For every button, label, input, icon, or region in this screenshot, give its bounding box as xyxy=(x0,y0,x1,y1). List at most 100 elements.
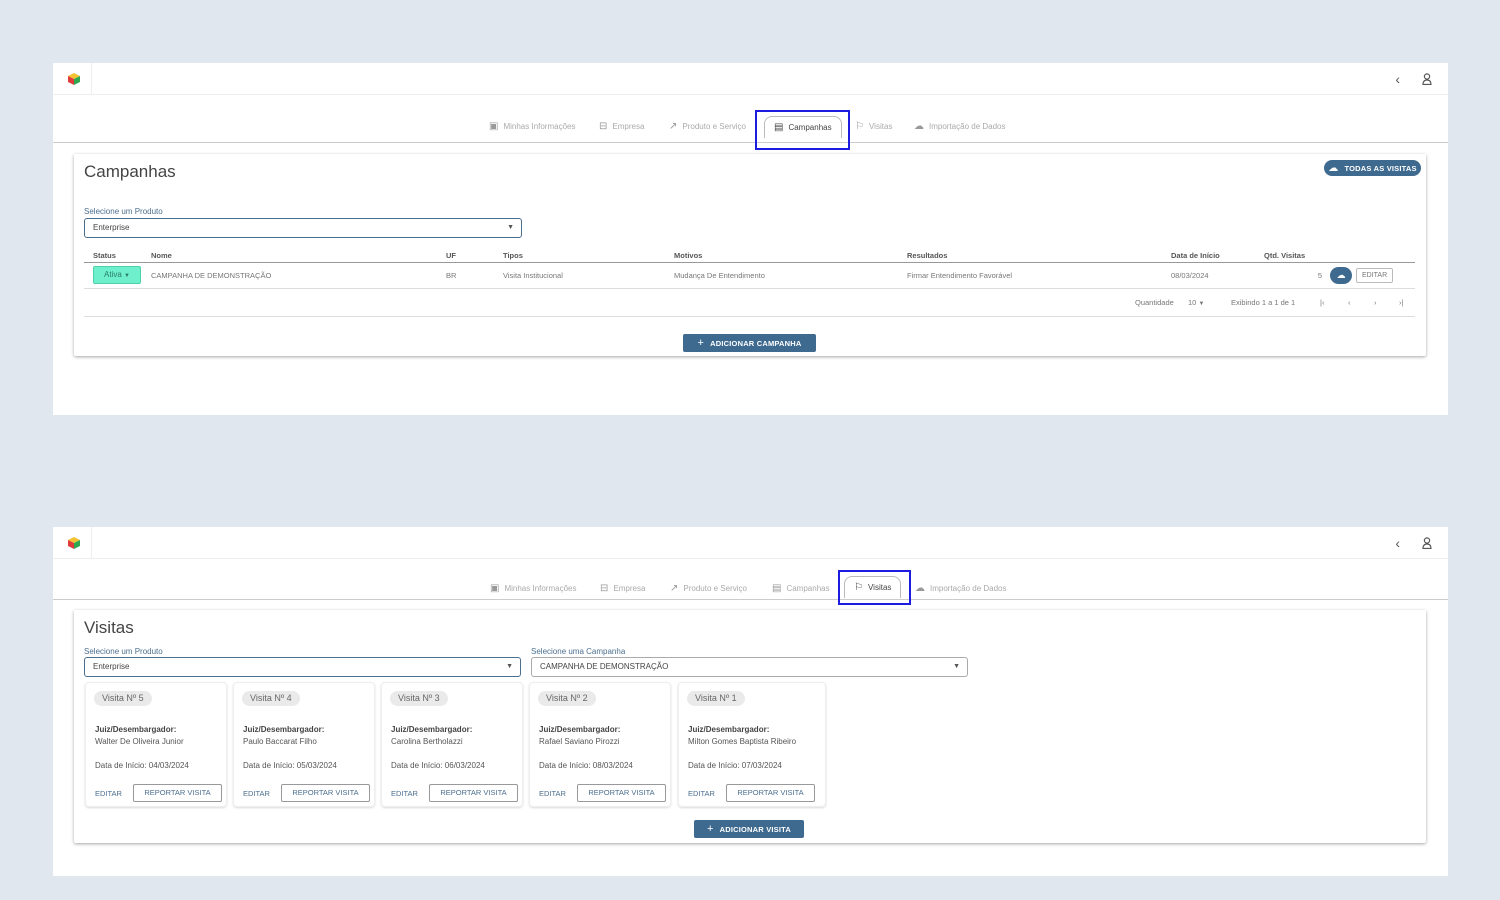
start-date: Data de Início: 08/03/2024 xyxy=(539,761,633,770)
edit-button[interactable]: EDITAR xyxy=(539,789,566,798)
column-header: Data de Início xyxy=(1171,250,1264,263)
caret-down-icon: ▼ xyxy=(124,273,130,279)
add-visit-button[interactable]: + ADICIONAR VISITA xyxy=(694,820,804,838)
trend-icon: ↗ xyxy=(670,582,679,594)
tab-empresa[interactable]: ⊟ Empresa xyxy=(600,581,645,595)
visitas-card: Visitas Selecione um Produto Enterprise … xyxy=(74,610,1426,843)
visit-number-chip: Visita Nº 1 xyxy=(687,691,745,706)
last-page-icon[interactable]: ›| xyxy=(1399,298,1403,310)
id-card-icon: ▣ xyxy=(490,582,500,594)
tab-visitas[interactable]: ⚐ Visitas xyxy=(855,119,892,133)
divider xyxy=(91,63,92,95)
top-bar: ‹ xyxy=(53,63,1448,95)
cube-logo-icon xyxy=(68,73,80,85)
tab-minhas-informacoes[interactable]: ▣ Minhas Informações xyxy=(490,581,576,595)
pager-range: Exibindo 1 a 1 de 1 xyxy=(1231,298,1296,307)
visit-number-chip: Visita Nº 2 xyxy=(538,691,596,706)
judge-label: Juiz/Desembargador: xyxy=(539,725,621,734)
cloud-upload-icon[interactable]: ☁ xyxy=(1330,266,1352,284)
tab-campanhas[interactable]: ▤ Campanhas xyxy=(772,581,830,595)
prev-page-icon[interactable]: ‹ xyxy=(1348,298,1351,310)
cell-tipos: Visita Institucional xyxy=(503,262,674,289)
column-header: Qtd. Visitas xyxy=(1264,250,1330,263)
visit-card: Visita Nº 3 Juiz/Desembargador: Carolina… xyxy=(381,682,523,807)
caret-down-icon: ▼ xyxy=(1198,301,1205,307)
page-title: Campanhas xyxy=(84,162,176,181)
tab-minhas-informacoes[interactable]: ▣ Minhas Informações xyxy=(489,119,575,133)
visit-card: Visita Nº 4 Juiz/Desembargador: Paulo Ba… xyxy=(233,682,375,807)
report-visit-button[interactable]: REPORTAR VISITA xyxy=(726,784,815,802)
id-card-icon: ▣ xyxy=(489,120,499,132)
pager-quantity-select[interactable]: 10 ▼ xyxy=(1188,298,1204,310)
judge-label: Juiz/Desembargador: xyxy=(243,725,325,734)
divider xyxy=(91,527,92,559)
campaigns-table: Status Nome UF Tipos Motivos Resultados … xyxy=(84,250,1415,289)
tab-bar: ▣ Minhas Informações ⊟ Empresa ↗ Produto e … xyxy=(53,95,1448,143)
judge-name: Paulo Baccarat Filho xyxy=(243,737,317,746)
briefcase-icon: ⊟ xyxy=(599,120,608,132)
cloud-upload-icon: ☁ xyxy=(914,120,924,132)
column-header: Motivos xyxy=(674,250,907,263)
product-select-label: Selecione um Produto xyxy=(84,647,163,656)
tab-produto-servico[interactable]: ↗ Produto e Serviço xyxy=(669,119,746,133)
judge-name: Milton Gomes Baptista Ribeiro xyxy=(688,737,797,746)
plus-icon: + xyxy=(697,337,705,349)
campanhas-screen: ‹ ▣ Minhas Informações ⊟ Empresa ↗ Produto … xyxy=(53,63,1448,415)
visit-number-chip: Visita Nº 5 xyxy=(94,691,152,706)
report-visit-button[interactable]: REPORTAR VISITA xyxy=(281,784,370,802)
next-page-icon[interactable]: › xyxy=(1374,298,1377,310)
report-visit-button[interactable]: REPORTAR VISITA xyxy=(133,784,222,802)
edit-button[interactable]: EDITAR xyxy=(95,789,122,798)
tab-importacao-dados[interactable]: ☁ Importação de Dados xyxy=(914,119,1006,133)
tab-empresa[interactable]: ⊟ Empresa xyxy=(599,119,644,133)
status-dropdown[interactable]: Ativa ▼ xyxy=(93,266,141,284)
column-header: Resultados xyxy=(907,250,1171,263)
table-row: Ativa ▼ CAMPANHA DE DEMONSTRAÇÃO BR Visi… xyxy=(84,262,1415,289)
first-page-icon[interactable]: |‹ xyxy=(1320,298,1324,310)
caret-down-icon: ▼ xyxy=(507,224,514,231)
highlight-box xyxy=(755,110,850,150)
visit-number-chip: Visita Nº 4 xyxy=(242,691,300,706)
start-date: Data de Início: 05/03/2024 xyxy=(243,761,337,770)
cube-logo-icon xyxy=(68,537,80,549)
edit-button[interactable]: EDITAR xyxy=(1356,267,1394,283)
pager-quantity-label: Quantidade xyxy=(1135,298,1174,307)
flag-icon: ⚐ xyxy=(855,120,864,132)
campanhas-card: Campanhas ☁ TODAS AS VISITAS Selecione u… xyxy=(74,154,1426,356)
chevron-left-icon[interactable]: ‹ xyxy=(1395,535,1400,551)
campaign-select[interactable]: CAMPANHA DE DEMONSTRAÇÃO ▼ xyxy=(531,657,968,677)
product-select[interactable]: Enterprise ▼ xyxy=(84,218,522,238)
tab-produto-servico[interactable]: ↗ Produto e Serviço xyxy=(670,581,747,595)
judge-label: Juiz/Desembargador: xyxy=(95,725,177,734)
all-visits-button[interactable]: ☁ TODAS AS VISITAS xyxy=(1324,160,1421,176)
visitas-screen: ‹ ▣ Minhas Informações ⊟ Empresa ↗ Produto … xyxy=(53,527,1448,876)
visit-number-chip: Visita Nº 3 xyxy=(390,691,448,706)
column-header: Nome xyxy=(151,250,446,263)
page-title: Visitas xyxy=(84,618,134,637)
judge-name: Walter De Oliveira Junior xyxy=(95,737,184,746)
clipboard-icon: ▤ xyxy=(772,582,782,594)
edit-button[interactable]: EDITAR xyxy=(688,789,715,798)
report-visit-button[interactable]: REPORTAR VISITA xyxy=(429,784,518,802)
judge-label: Juiz/Desembargador: xyxy=(688,725,770,734)
column-header: UF xyxy=(446,250,503,263)
product-select[interactable]: Enterprise ▼ xyxy=(84,657,521,677)
cell-motivos: Mudança De Entendimento xyxy=(674,262,907,289)
visit-card: Visita Nº 5 Juiz/Desembargador: Walter D… xyxy=(85,682,227,807)
add-campaign-button[interactable]: + ADICIONAR CAMPANHA xyxy=(683,334,816,352)
edit-button[interactable]: EDITAR xyxy=(243,789,270,798)
cell-data: 08/03/2024 xyxy=(1171,262,1264,289)
cell-qtd: 5 xyxy=(1264,262,1330,289)
user-icon[interactable] xyxy=(1422,73,1432,85)
tab-importacao-dados[interactable]: ☁ Importação de Dados xyxy=(915,581,1007,595)
judge-name: Carolina Bertholazzi xyxy=(391,737,463,746)
start-date: Data de Início: 06/03/2024 xyxy=(391,761,485,770)
briefcase-icon: ⊟ xyxy=(600,582,609,594)
report-visit-button[interactable]: REPORTAR VISITA xyxy=(577,784,666,802)
user-icon[interactable] xyxy=(1422,537,1432,549)
chevron-left-icon[interactable]: ‹ xyxy=(1395,71,1400,87)
highlight-box xyxy=(838,570,911,605)
cell-nome: CAMPANHA DE DEMONSTRAÇÃO xyxy=(151,262,446,289)
edit-button[interactable]: EDITAR xyxy=(391,789,418,798)
cloud-download-icon: ☁ xyxy=(1328,162,1339,174)
